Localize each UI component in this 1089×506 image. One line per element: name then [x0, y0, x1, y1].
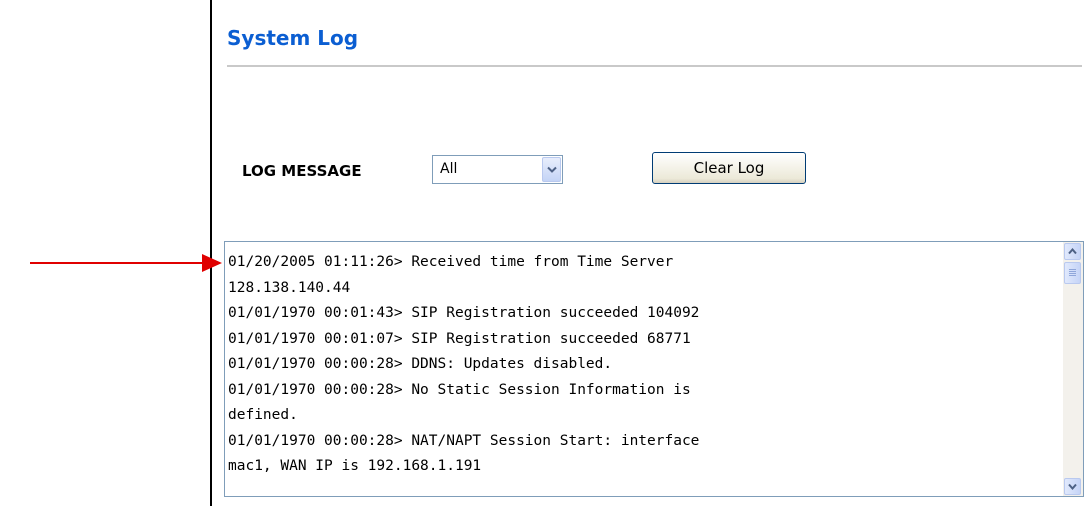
- log-line: 01/01/1970 00:01:43> SIP Registration su…: [228, 305, 700, 321]
- log-line: 01/01/1970 00:00:28> No Static Session I…: [228, 381, 691, 398]
- chevron-down-icon: [547, 166, 557, 173]
- log-line: defined.: [228, 407, 298, 423]
- title-divider: [227, 65, 1082, 67]
- log-line: 01/20/2005 01:11:26> Received time from …: [228, 254, 674, 270]
- page-title: System Log: [227, 26, 359, 50]
- log-textarea[interactable]: 01/20/2005 01:11:26> Received time from …: [224, 241, 1084, 497]
- scroll-up-icon: [1068, 248, 1077, 255]
- scroll-up-button[interactable]: [1064, 243, 1081, 260]
- scroll-grip: [1069, 269, 1076, 277]
- clear-log-button[interactable]: Clear Log: [652, 152, 806, 184]
- log-line: 01/01/1970 00:00:28> DDNS: Updates disab…: [228, 356, 613, 372]
- log-scrollbar[interactable]: [1063, 242, 1083, 496]
- scroll-thumb[interactable]: [1064, 262, 1081, 284]
- log-line: 128.138.140.44: [228, 279, 351, 296]
- log-line: mac1, WAN IP is 192.168.1.191: [228, 458, 482, 474]
- log-line: 01/01/1970 00:00:28> NAT/NAPT Session St…: [228, 432, 700, 449]
- pointer-arrow-icon: [30, 254, 222, 272]
- log-message-label: LOG MESSAGE: [242, 162, 362, 180]
- dropdown-button[interactable]: [542, 157, 561, 182]
- log-line: 01/01/1970 00:01:07> SIP Registration su…: [228, 330, 691, 347]
- scroll-down-button[interactable]: [1064, 478, 1081, 495]
- scroll-down-icon: [1068, 483, 1077, 490]
- log-filter-value: All: [440, 161, 458, 177]
- log-lines: 01/20/2005 01:11:26> Received time from …: [228, 250, 1058, 480]
- log-filter-select[interactable]: All: [432, 155, 563, 184]
